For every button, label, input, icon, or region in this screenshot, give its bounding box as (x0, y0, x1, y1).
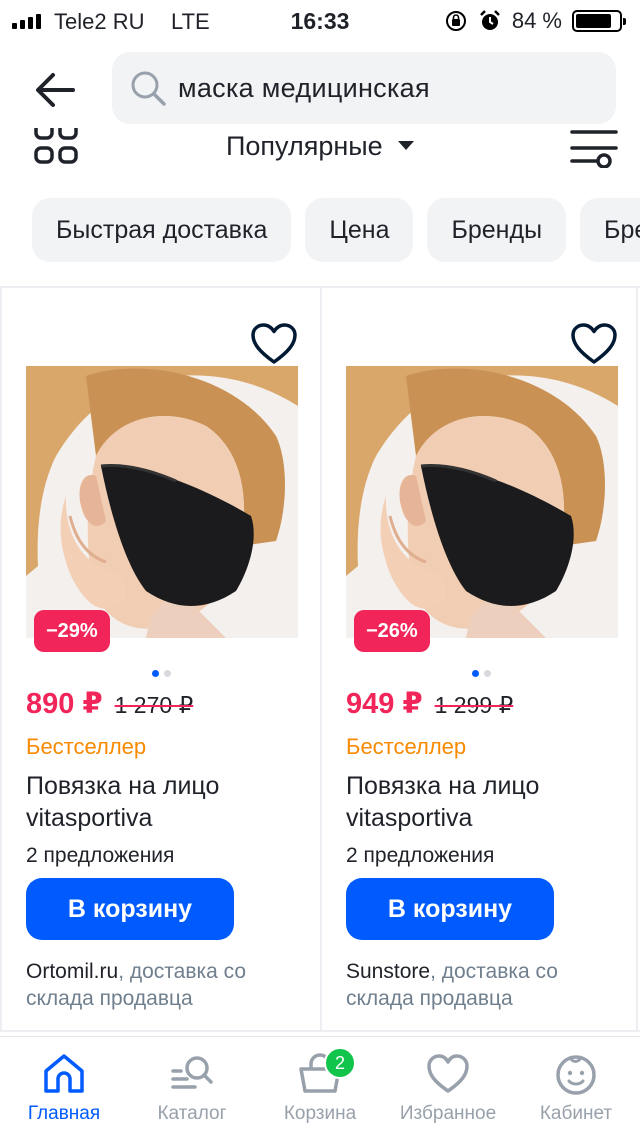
price-row: 949 ₽ 1 299 ₽ (346, 686, 513, 721)
battery-fill (576, 14, 612, 28)
battery-icon (572, 10, 626, 32)
chip-price[interactable]: Цена (305, 198, 414, 262)
rotation-lock-icon (445, 11, 466, 31)
status-bar: Tele2 RU LTE 16:33 84 % (0, 0, 640, 42)
seller-name[interactable]: Sunstore (346, 960, 430, 983)
caret-down-icon (397, 141, 414, 150)
image-pager (472, 670, 491, 677)
seller-info: Sunstore, доставка со склада продавца (346, 958, 626, 1012)
chip-fast-delivery[interactable]: Быстрая доставка (32, 198, 292, 262)
filter-chips: Быстрая доставка Цена Бренды Бренды (32, 198, 640, 262)
offers-count[interactable]: 2 предложения (26, 844, 174, 868)
back-button[interactable] (30, 66, 80, 114)
product-title[interactable]: Повязка на лицо vitasportiva (346, 770, 616, 834)
old-price: 1 299 ₽ (434, 692, 514, 718)
tab-cart[interactable]: 2 Корзина (256, 1037, 384, 1136)
mask-photo (346, 366, 618, 638)
product-card[interactable]: −29% 890 ₽ 1 270 ₽ Бестселлер Повязка на… (0, 288, 318, 1030)
tab-label: Избранное (399, 1103, 497, 1124)
alarm-icon (479, 10, 500, 30)
divider (0, 1030, 640, 1032)
price-row: 890 ₽ 1 270 ₽ (26, 686, 193, 721)
offers-count[interactable]: 2 предложения (346, 844, 494, 868)
battery-percent: 84 % (511, 8, 562, 33)
search-icon (131, 71, 166, 106)
tab-home[interactable]: Главная (0, 1037, 128, 1136)
tab-catalog[interactable]: Каталог (128, 1037, 256, 1136)
product-image[interactable] (26, 366, 298, 638)
profile-icon (556, 1055, 596, 1095)
add-to-cart-button[interactable]: В корзину (26, 878, 234, 940)
bestseller-label: Бестселлер (346, 734, 467, 759)
product-card[interactable]: −26% 949 ₽ 1 299 ₽ Бестселлер Повязка на… (320, 288, 638, 1030)
favorite-button[interactable] (570, 322, 618, 366)
seller-name[interactable]: Ortomil.ru (26, 960, 118, 983)
product-image[interactable] (346, 366, 618, 638)
tab-profile[interactable]: Кабинет (512, 1037, 640, 1136)
back-arrow-icon (36, 73, 75, 107)
chip-more[interactable]: Бренды (580, 198, 640, 262)
heart-icon (427, 1054, 469, 1093)
sort-dropdown[interactable]: Популярные (226, 128, 415, 164)
image-pager (152, 670, 171, 677)
tab-label: Корзина (283, 1103, 357, 1124)
search-field[interactable]: маска медицинская (112, 52, 616, 124)
tab-label: Главная (27, 1103, 101, 1124)
grid-icon (34, 128, 78, 164)
home-icon (44, 1054, 84, 1093)
status-icons: 84 % (444, 8, 626, 34)
search-input[interactable]: маска медицинская (178, 73, 430, 104)
current-price: 890 ₽ (26, 688, 103, 720)
discount-badge: −26% (354, 610, 430, 652)
catalog-icon (171, 1056, 213, 1089)
chip-brands[interactable]: Бренды (427, 198, 567, 262)
heart-outline-icon (251, 323, 297, 364)
add-to-cart-button[interactable]: В корзину (346, 878, 554, 940)
tab-favorites[interactable]: Избранное (384, 1037, 512, 1136)
product-grid: −29% 890 ₽ 1 270 ₽ Бестселлер Повязка на… (0, 288, 640, 1030)
mask-photo (26, 366, 298, 638)
filter-icon (570, 130, 618, 169)
old-price: 1 270 ₽ (114, 692, 194, 718)
favorite-button[interactable] (250, 322, 298, 366)
tab-label: Каталог (157, 1103, 227, 1124)
discount-badge: −29% (34, 610, 110, 652)
heart-outline-icon (571, 323, 617, 364)
tab-bar: Главная Каталог 2 Корзина Избранное Каби… (0, 1036, 640, 1136)
seller-info: Ortomil.ru, доставка со склада продавца (26, 958, 306, 1012)
filter-button[interactable] (570, 128, 618, 169)
current-price: 949 ₽ (346, 688, 423, 720)
cart-count-badge: 2 (324, 1047, 356, 1079)
bestseller-label: Бестселлер (26, 734, 147, 759)
tab-label: Кабинет (539, 1103, 613, 1124)
product-title[interactable]: Повязка на лицо vitasportiva (26, 770, 296, 834)
grid-view-toggle[interactable] (34, 128, 78, 168)
sort-label: Популярные (226, 131, 383, 161)
